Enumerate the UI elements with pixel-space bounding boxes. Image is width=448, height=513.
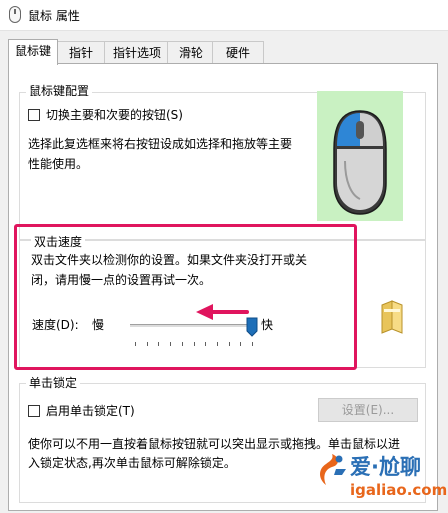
tab-wheel[interactable]: 滑轮 — [167, 41, 215, 64]
switch-buttons-label[interactable]: 切换主要和次要的按钮(S) — [46, 105, 183, 125]
enable-click-lock-checkbox[interactable] — [28, 405, 40, 417]
watermark-brand: 爱·尬聊 — [350, 455, 421, 479]
switch-buttons-checkbox[interactable] — [28, 109, 40, 121]
watermark-logo-icon — [320, 454, 346, 485]
watermark: 爱·尬聊 igaliao.com — [316, 449, 448, 511]
watermark-site: igaliao.com — [350, 481, 448, 499]
mouse-preview — [317, 91, 403, 221]
tab-buttons[interactable]: 鼠标键 — [8, 39, 58, 65]
button-config-description-1: 选择此复选框来将右按钮设成如选择和拖放等主要 — [28, 137, 293, 151]
mouse-app-icon — [9, 6, 21, 23]
title-bar: 鼠标 属性 — [0, 0, 448, 31]
mouse-icon — [333, 110, 387, 215]
test-folder-icon[interactable] — [378, 299, 406, 335]
button-config-legend: 鼠标键配置 — [26, 82, 93, 99]
button-config-description-2: 性能使用。 — [28, 157, 89, 171]
tab-hardware[interactable]: 硬件 — [212, 41, 264, 64]
tab-pointers[interactable]: 指针 — [55, 41, 107, 64]
click-lock-settings-button[interactable]: 设置(E)... — [318, 398, 418, 422]
double-click-highlight — [14, 224, 357, 370]
click-lock-description-2: 入锁定状态,再次单击鼠标可解除锁定。 — [28, 456, 236, 470]
click-lock-legend: 单击锁定 — [26, 374, 81, 391]
window-title: 鼠标 属性 — [28, 9, 80, 23]
enable-click-lock-label[interactable]: 启用单击锁定(T) — [46, 401, 135, 421]
tab-pointer-options[interactable]: 指针选项 — [104, 41, 170, 64]
